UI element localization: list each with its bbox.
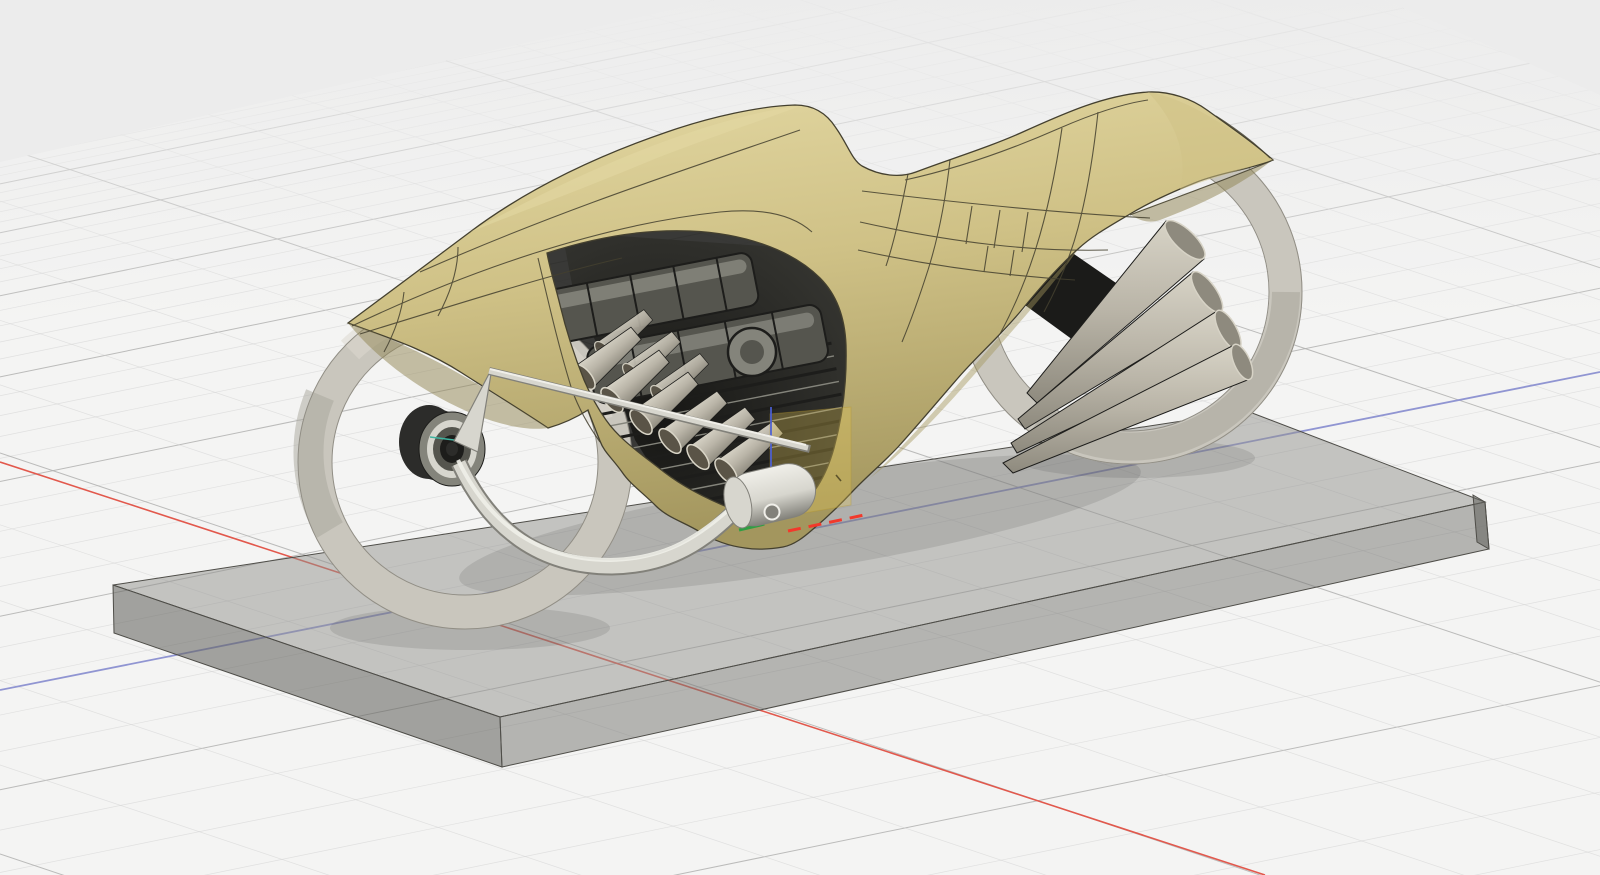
pivot-hole	[765, 505, 780, 520]
viewport-canvas[interactable]	[0, 0, 1600, 875]
cad-viewport[interactable]	[0, 0, 1600, 875]
